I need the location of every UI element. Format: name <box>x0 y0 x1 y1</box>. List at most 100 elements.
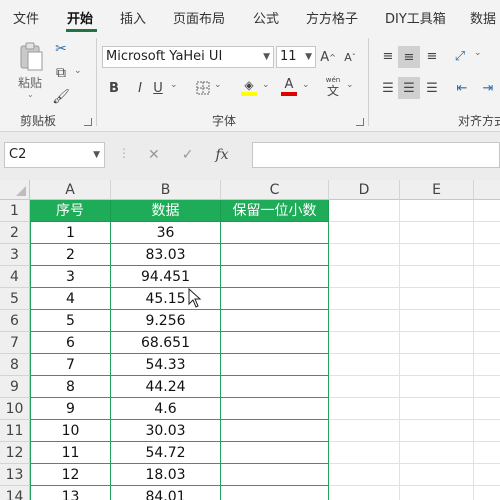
cell[interactable] <box>400 266 474 288</box>
cell[interactable] <box>474 420 500 442</box>
cell[interactable] <box>329 376 400 398</box>
header-cell[interactable]: 序号 <box>30 200 111 222</box>
orientation-dropdown-arrow[interactable]: ⌄ <box>474 48 482 58</box>
column-header[interactable] <box>474 180 500 200</box>
data-value-cell[interactable]: 84.01 <box>111 486 221 500</box>
cell[interactable] <box>400 244 474 266</box>
data-value-cell[interactable]: 54.72 <box>111 442 221 464</box>
data-value-cell[interactable]: 18.03 <box>111 464 221 486</box>
column-header-e[interactable]: E <box>400 180 474 200</box>
tab-page-layout[interactable]: 页面布局 <box>173 8 225 27</box>
column-header-d[interactable]: D <box>329 180 400 200</box>
data-value-cell[interactable]: 68.651 <box>111 332 221 354</box>
font-size-select[interactable]: 11 ▼ <box>276 46 316 68</box>
row-header-5[interactable]: 5 <box>0 288 30 310</box>
cell[interactable] <box>329 442 400 464</box>
tab-fangfang-gezi[interactable]: 方方格子 <box>306 8 358 27</box>
format-painter-icon[interactable]: 🖌 <box>52 88 70 106</box>
result-cell[interactable] <box>221 266 329 288</box>
tab-diy-toolbox[interactable]: DIY工具箱 <box>385 8 446 27</box>
cell[interactable] <box>400 486 474 500</box>
increase-indent-icon[interactable]: ⇥ <box>478 78 498 98</box>
cell[interactable] <box>474 288 500 310</box>
bold-button[interactable]: B <box>106 78 122 98</box>
cell[interactable] <box>400 288 474 310</box>
row-header-7[interactable]: 7 <box>0 332 30 354</box>
cell[interactable] <box>329 266 400 288</box>
phonetic-dropdown-arrow[interactable]: ⌄ <box>346 80 354 90</box>
decrease-indent-icon[interactable]: ⇤ <box>452 78 472 98</box>
cell[interactable] <box>400 420 474 442</box>
row-index-cell[interactable]: 1 <box>30 222 111 244</box>
row-index-cell[interactable]: 13 <box>30 486 111 500</box>
cell[interactable] <box>474 266 500 288</box>
result-cell[interactable] <box>221 332 329 354</box>
data-value-cell[interactable]: 30.03 <box>111 420 221 442</box>
font-color-dropdown-arrow[interactable]: ⌄ <box>302 80 310 90</box>
column-header-c[interactable]: C <box>221 180 329 200</box>
result-cell[interactable] <box>221 442 329 464</box>
paste-dropdown-arrow[interactable]: ⌄ <box>27 90 34 99</box>
row-index-cell[interactable]: 7 <box>30 354 111 376</box>
cell[interactable] <box>474 200 500 222</box>
cell[interactable] <box>400 354 474 376</box>
cell[interactable] <box>400 464 474 486</box>
tab-data[interactable]: 数据 <box>470 8 496 27</box>
drag-handle-icon[interactable]: ⋮ <box>118 146 130 160</box>
column-header-b[interactable]: B <box>111 180 221 200</box>
row-index-cell[interactable]: 5 <box>30 310 111 332</box>
column-header-a[interactable]: A <box>30 180 111 200</box>
cell[interactable] <box>400 376 474 398</box>
data-value-cell[interactable]: 54.33 <box>111 354 221 376</box>
data-value-cell[interactable]: 4.6 <box>111 398 221 420</box>
fill-color-icon[interactable]: ◈ <box>240 76 258 98</box>
row-header-14[interactable]: 14 <box>0 486 30 500</box>
align-top-icon[interactable]: ≡ <box>378 46 398 66</box>
phonetic-guide-icon[interactable]: wén 文 <box>324 76 342 98</box>
row-header-13[interactable]: 13 <box>0 464 30 486</box>
tab-file[interactable]: 文件 <box>13 8 39 27</box>
row-header-11[interactable]: 11 <box>0 420 30 442</box>
underline-dropdown-arrow[interactable]: ⌄ <box>170 80 178 90</box>
increase-font-size-icon[interactable]: A ^ <box>320 48 336 66</box>
cell[interactable] <box>400 332 474 354</box>
cell[interactable] <box>329 464 400 486</box>
row-header-8[interactable]: 8 <box>0 354 30 376</box>
row-index-cell[interactable]: 2 <box>30 244 111 266</box>
font-launcher-icon[interactable] <box>356 118 364 126</box>
row-header-1[interactable]: 1 <box>0 200 30 222</box>
align-left-icon[interactable]: ☰ <box>378 78 398 98</box>
data-value-cell[interactable]: 45.15 <box>111 288 221 310</box>
result-cell[interactable] <box>221 222 329 244</box>
data-value-cell[interactable]: 36 <box>111 222 221 244</box>
data-value-cell[interactable]: 94.451 <box>111 266 221 288</box>
copy-icon[interactable]: ⧉ <box>52 64 70 82</box>
cell[interactable] <box>400 310 474 332</box>
result-cell[interactable] <box>221 398 329 420</box>
cell[interactable] <box>474 222 500 244</box>
tab-formulas[interactable]: 公式 <box>253 8 279 27</box>
cut-icon[interactable]: ✂ <box>52 40 70 58</box>
cell[interactable] <box>329 310 400 332</box>
insert-function-icon[interactable]: fx <box>215 147 228 163</box>
data-value-cell[interactable]: 9.256 <box>111 310 221 332</box>
row-index-cell[interactable]: 11 <box>30 442 111 464</box>
header-cell[interactable]: 保留一位小数 <box>221 200 329 222</box>
cell[interactable] <box>474 464 500 486</box>
row-header-4[interactable]: 4 <box>0 266 30 288</box>
name-box[interactable]: C2 ▼ <box>4 142 105 168</box>
align-center-icon[interactable]: ☰ <box>398 77 420 99</box>
data-value-cell[interactable]: 44.24 <box>111 376 221 398</box>
row-header-9[interactable]: 9 <box>0 376 30 398</box>
font-family-select[interactable]: Microsoft YaHei UI ▼ <box>102 46 274 68</box>
row-index-cell[interactable]: 6 <box>30 332 111 354</box>
cell[interactable] <box>329 222 400 244</box>
cell[interactable] <box>474 442 500 464</box>
cell[interactable] <box>474 398 500 420</box>
row-index-cell[interactable]: 3 <box>30 266 111 288</box>
cell[interactable] <box>474 310 500 332</box>
row-header-3[interactable]: 3 <box>0 244 30 266</box>
result-cell[interactable] <box>221 310 329 332</box>
cell[interactable] <box>329 354 400 376</box>
cell[interactable] <box>474 332 500 354</box>
